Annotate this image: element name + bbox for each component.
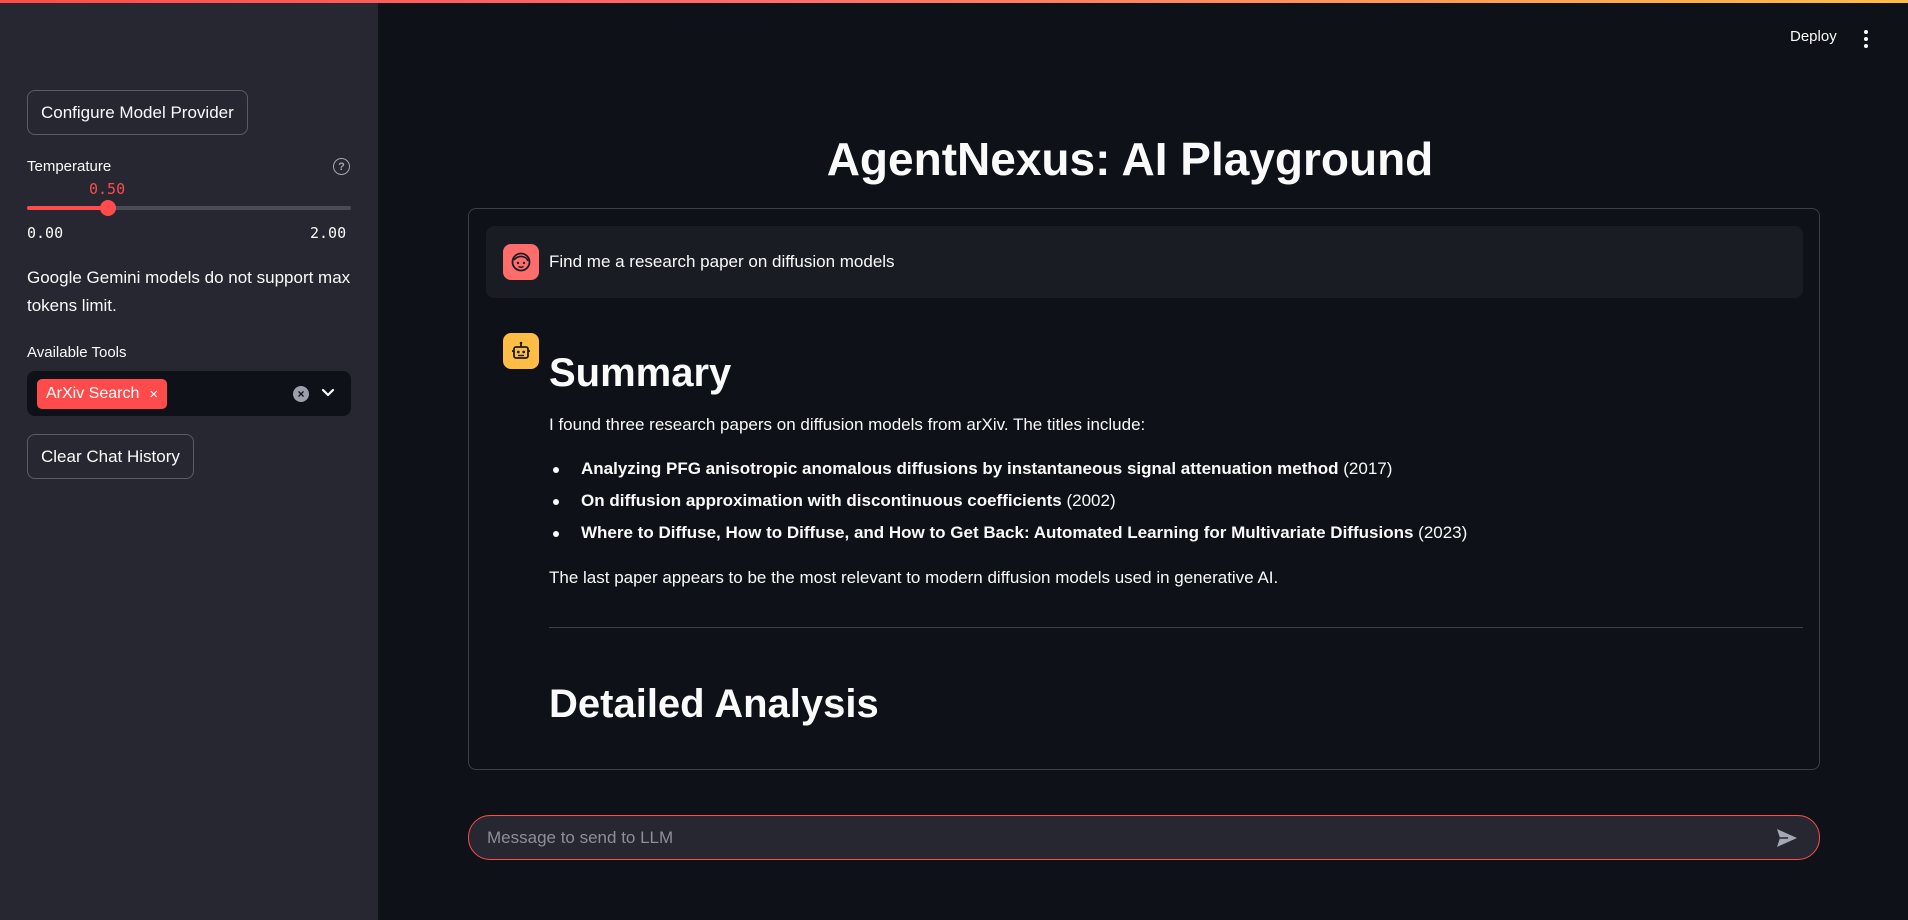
sidebar: Configure Model Provider Temperature ? 0… (0, 0, 378, 920)
assistant-message: Summary I found three research papers on… (549, 333, 1803, 728)
paper-year: (2002) (1066, 491, 1116, 510)
paper-list: Analyzing PFG anisotropic anomalous diff… (549, 453, 1803, 549)
detailed-analysis-heading: Detailed Analysis (549, 682, 879, 726)
robot-icon (503, 333, 539, 369)
help-icon[interactable]: ? (333, 158, 350, 175)
slider-thumb[interactable] (100, 200, 116, 216)
user-face-icon (503, 244, 539, 280)
summary-conclusion: The last paper appears to be the most re… (549, 568, 1279, 587)
temperature-slider[interactable] (27, 200, 351, 216)
clear-chat-history-button[interactable]: Clear Chat History (27, 434, 194, 479)
slider-fill (27, 206, 108, 210)
summary-heading: Summary (549, 351, 732, 395)
max-tokens-note: Google Gemini models do not support max … (27, 268, 351, 315)
configure-model-provider-button[interactable]: Configure Model Provider (27, 90, 248, 135)
available-tools-label: Available Tools (27, 344, 127, 361)
list-item: On diffusion approximation with disconti… (549, 485, 1803, 517)
main-area: Deploy AgentNexus: AI Playground Find me… (378, 0, 1908, 920)
chat-input-box (468, 815, 1820, 860)
summary-intro: I found three research papers on diffusi… (549, 415, 1146, 434)
tools-multiselect[interactable]: ArXiv Search × × (27, 371, 351, 416)
temperature-value: 0.50 (89, 180, 126, 198)
list-item: Analyzing PFG anisotropic anomalous diff… (549, 453, 1803, 485)
clear-x-icon[interactable]: × (293, 386, 309, 402)
tool-chip-label: ArXiv Search (46, 385, 140, 402)
paper-title: Where to Diffuse, How to Diffuse, and Ho… (581, 523, 1414, 542)
paper-title: Analyzing PFG anisotropic anomalous diff… (581, 459, 1339, 478)
chevron-down-icon[interactable] (318, 383, 338, 403)
message-input[interactable] (487, 816, 1747, 859)
top-accent-bar (0, 0, 1908, 3)
tool-chip-arxiv: ArXiv Search × (37, 379, 168, 409)
slider-min-label: 0.00 (27, 224, 64, 242)
page-title: AgentNexus: AI Playground (826, 133, 1434, 185)
slider-max-label: 2.00 (310, 224, 347, 242)
paper-year: (2023) (1418, 523, 1468, 542)
paper-year: (2017) (1343, 459, 1393, 478)
paper-title: On diffusion approximation with disconti… (581, 491, 1062, 510)
user-message-text: Find me a research paper on diffusion mo… (549, 252, 895, 271)
chat-container[interactable]: Find me a research paper on diffusion mo… (468, 208, 1820, 770)
send-icon[interactable] (1775, 827, 1799, 849)
chip-remove-icon[interactable]: × (149, 386, 158, 403)
user-message: Find me a research paper on diffusion mo… (486, 226, 1803, 298)
kebab-menu-icon[interactable] (1863, 30, 1869, 48)
deploy-button[interactable]: Deploy (1790, 28, 1837, 45)
list-item: Where to Diffuse, How to Diffuse, and Ho… (549, 517, 1803, 549)
divider (549, 627, 1803, 628)
temperature-label: Temperature (27, 158, 112, 175)
